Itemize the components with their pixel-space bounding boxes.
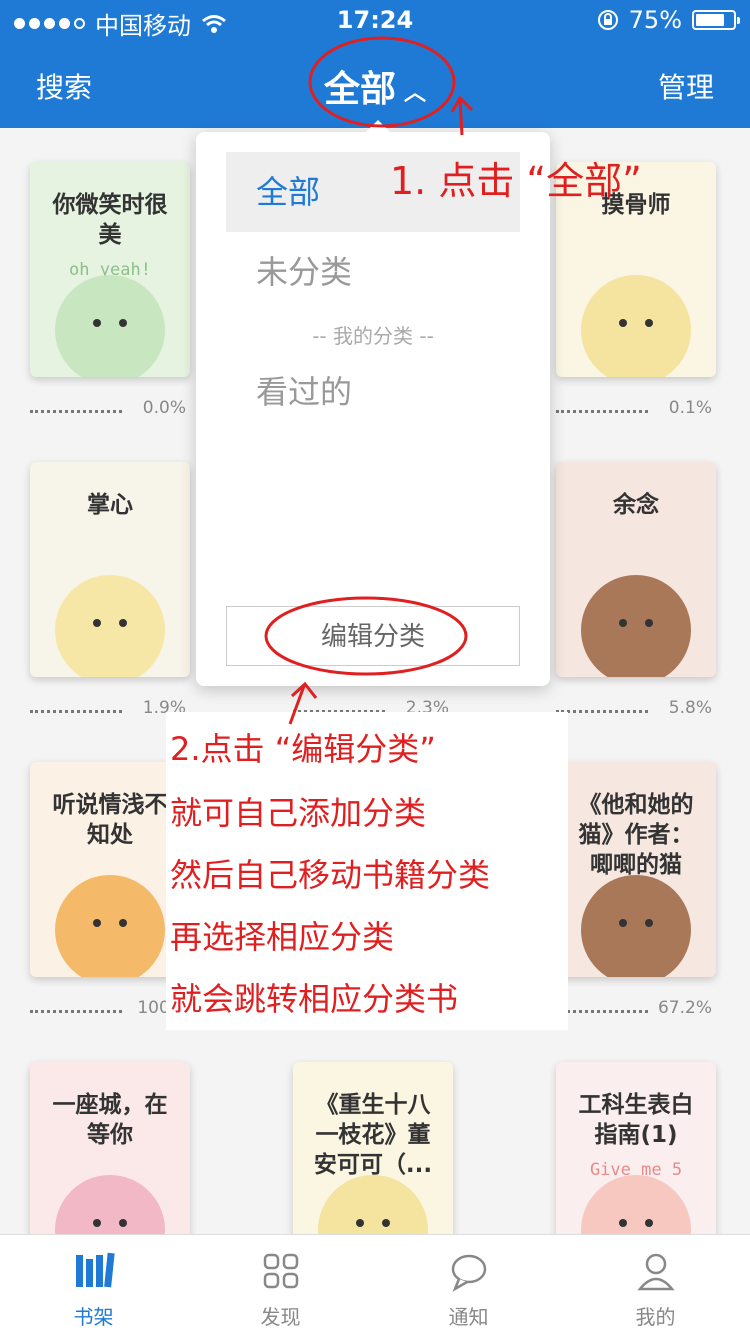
battery-group: 75%	[597, 6, 740, 34]
book-title: 余念	[613, 492, 659, 518]
tab-label: 发现	[260, 1305, 301, 1329]
rotation-lock-icon	[597, 10, 618, 30]
book-title: 一座城，在等你	[52, 1092, 168, 1148]
dropdown-item-uncategorized[interactable]: 未分类	[226, 232, 520, 312]
progress-value: 0.0%	[142, 398, 186, 418]
annotation-line: 就会跳转相应分类书	[170, 980, 459, 1018]
book-title: 工科生表白指南(1)	[578, 1092, 694, 1148]
cover-illustration-icon	[55, 575, 165, 677]
book-title: 你微笑时很美	[52, 192, 168, 248]
status-bar: 中国移动 17:24 75%	[0, 0, 750, 40]
chevron-up-icon: ︿	[404, 81, 427, 106]
annotation-line: 2.点击 “编辑分类”	[170, 730, 436, 768]
cover-illustration-icon	[55, 275, 165, 377]
book-title: 《重生十八一枝花》董安可可（...	[313, 1092, 433, 1178]
annotation-line: 然后自己移动书籍分类	[170, 856, 491, 894]
annotation-line: 就可自己添加分类	[170, 794, 427, 832]
progress-dots	[556, 710, 648, 713]
person-icon	[637, 1253, 675, 1291]
book-card[interactable]: 掌心	[30, 462, 190, 677]
progress-dots	[30, 410, 122, 413]
bookshelf-icon	[76, 1252, 115, 1288]
progress-dots	[30, 710, 122, 713]
book-card[interactable]: 《他和她的猫》作者：唧唧的猫	[556, 762, 716, 977]
progress-value: 0.1%	[668, 398, 712, 418]
cover-illustration-icon	[581, 875, 691, 977]
book-title: 掌心	[87, 492, 133, 518]
progress-value: 5.8%	[668, 698, 712, 718]
book-card[interactable]: 你微笑时很美 oh yeah!	[30, 162, 190, 377]
tab-label: 通知	[448, 1305, 489, 1329]
progress-dots	[556, 410, 648, 413]
cover-illustration-icon	[581, 575, 691, 677]
navigation-bar: 搜索 全部 ︿ 管理	[0, 40, 750, 128]
battery-icon	[692, 10, 740, 30]
tab-bar: 书架 发现 通知 我的	[0, 1234, 750, 1334]
nav-title: 全部	[323, 69, 396, 110]
tab-bookshelf[interactable]: 书架	[0, 1235, 187, 1334]
chat-bubble-icon	[451, 1254, 487, 1292]
tab-notifications[interactable]: 通知	[375, 1235, 562, 1334]
tab-profile[interactable]: 我的	[562, 1235, 749, 1334]
progress-dots	[556, 1010, 648, 1013]
cover-illustration-icon	[55, 875, 165, 977]
manage-button[interactable]: 管理	[658, 66, 714, 106]
dropdown-item-viewed[interactable]: 看过的	[226, 352, 520, 432]
progress-value: 67.2%	[657, 998, 712, 1018]
category-dropdown-toggle[interactable]: 全部 ︿	[0, 60, 750, 112]
cover-illustration-icon	[581, 275, 691, 377]
tab-discover[interactable]: 发现	[187, 1235, 374, 1334]
book-card[interactable]: 余念	[556, 462, 716, 677]
edit-category-button[interactable]: 编辑分类	[226, 606, 520, 666]
dropdown-separator: -- 我的分类 --	[312, 324, 434, 348]
book-title: 《他和她的猫》作者：唧唧的猫	[578, 792, 694, 878]
annotation-step1: 1. 点击 “全部”	[390, 159, 642, 203]
battery-percent: 75%	[628, 6, 682, 34]
progress-dots	[30, 1010, 122, 1013]
category-dropdown: 全部 未分类 -- 我的分类 -- 看过的 编辑分类	[196, 120, 550, 686]
tab-label: 书架	[73, 1305, 114, 1329]
top-bar: 中国移动 17:24 75% 搜索 全部 ︿ 管理	[0, 0, 750, 128]
grid-icon	[263, 1253, 299, 1289]
book-title: 听说情浅不知处	[52, 792, 168, 848]
tab-label: 我的	[635, 1305, 676, 1329]
annotation-line: 再选择相应分类	[170, 918, 395, 956]
